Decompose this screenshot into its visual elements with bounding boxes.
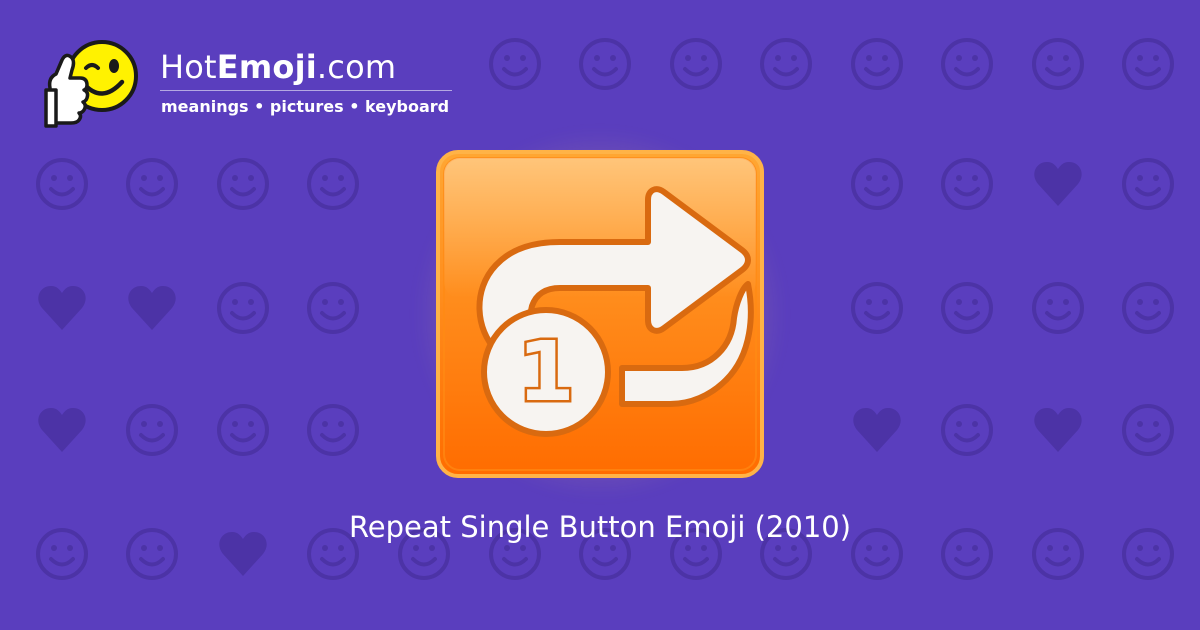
tongue-wink-face-icon bbox=[851, 282, 903, 334]
grinning-face-icon bbox=[217, 158, 269, 210]
tongue-wink-face-icon bbox=[851, 158, 903, 210]
weary-face-icon bbox=[1122, 158, 1174, 210]
emoji-caption: Repeat Single Button Emoji (2010) bbox=[348, 510, 852, 544]
brand-divider bbox=[160, 90, 452, 91]
sun-icon bbox=[1032, 282, 1084, 334]
repeat-single-button-icon: 1 bbox=[436, 150, 764, 478]
frowning-face-icon bbox=[941, 158, 993, 210]
flexed-biceps-icon bbox=[1122, 282, 1174, 334]
woman-face-icon bbox=[307, 404, 359, 456]
thumbs-up-winking-face-icon bbox=[44, 40, 138, 128]
site-title-bold: Emoji bbox=[216, 48, 317, 86]
grinning-face-icon bbox=[941, 404, 993, 456]
site-title: HotEmoji.com bbox=[160, 48, 396, 86]
page: HotEmoji.com meanings • pictures • keybo… bbox=[0, 0, 1200, 630]
site-title-suffix: .com bbox=[316, 48, 397, 86]
heart-icon bbox=[128, 286, 176, 330]
rose-icon bbox=[941, 282, 993, 334]
see-no-evil-monkey-icon bbox=[217, 282, 269, 334]
site-tagline: meanings • pictures • keyboard bbox=[161, 97, 450, 116]
site-brand[interactable]: HotEmoji.com meanings • pictures • keybo… bbox=[40, 34, 460, 134]
striped-heart-icon bbox=[38, 408, 86, 452]
beating-heart-icon bbox=[1034, 408, 1082, 452]
grinning-squint-face-icon bbox=[217, 404, 269, 456]
emoji-image: 1 bbox=[414, 128, 786, 500]
grinning-teeth-face-icon bbox=[941, 38, 993, 90]
raising-hands-person-icon bbox=[1122, 38, 1174, 90]
recycle-icon bbox=[1032, 38, 1084, 90]
ok-hand-icon bbox=[489, 38, 541, 90]
heart-arrow-icon bbox=[1034, 162, 1082, 206]
music-notes-icon bbox=[36, 158, 88, 210]
relieved-face-icon bbox=[851, 38, 903, 90]
check-mark-icon bbox=[126, 404, 178, 456]
repeat-badge-number: 1 bbox=[517, 325, 574, 420]
kissing-face-icon bbox=[1122, 404, 1174, 456]
site-title-prefix: Hot bbox=[160, 48, 217, 86]
revolving-hearts-icon bbox=[38, 286, 86, 330]
striped-heart-icon bbox=[853, 408, 901, 452]
eyes-icon bbox=[670, 38, 722, 90]
unamused-face-icon bbox=[760, 38, 812, 90]
sparkles-icon bbox=[307, 158, 359, 210]
screaming-face-icon bbox=[307, 282, 359, 334]
crying-face-icon bbox=[126, 158, 178, 210]
expressionless-face-icon bbox=[579, 38, 631, 90]
